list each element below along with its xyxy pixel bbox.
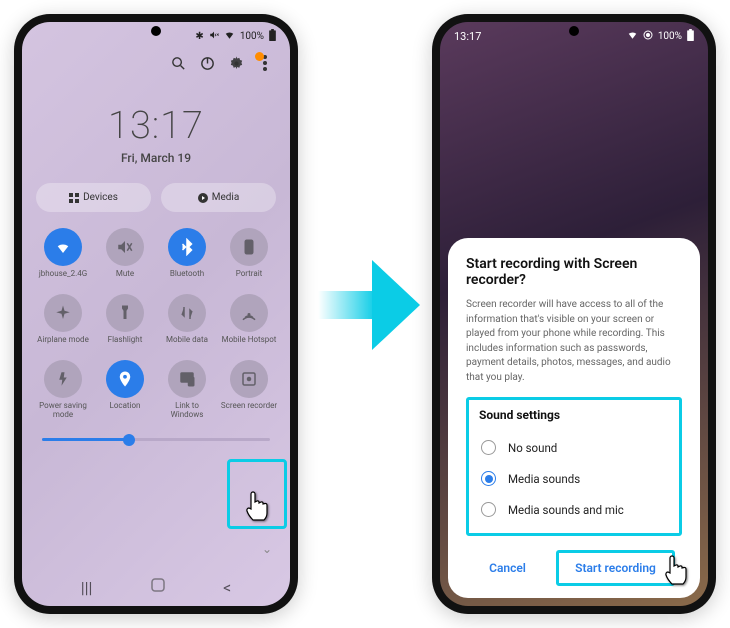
top-action-row [22, 46, 290, 80]
link-icon [168, 360, 206, 398]
devices-pill[interactable]: Devices [36, 183, 151, 212]
radio-icon [481, 440, 496, 455]
qs-label: Airplane mode [37, 336, 89, 354]
battery-pct: 100% [658, 31, 682, 42]
brightness-slider[interactable] [42, 438, 270, 441]
dialog-body: Screen recorder will have access to all … [466, 298, 682, 385]
qs-label: Link to Windows [158, 402, 216, 420]
sound-settings-title: Sound settings [479, 408, 669, 422]
qs-link[interactable]: Link to Windows [158, 360, 216, 420]
sound-settings-section: Sound settings No sound Media sounds Media… [466, 397, 682, 536]
recorder-dialog: Start recording with Screen recorder? Sc… [448, 238, 700, 598]
front-camera [569, 26, 579, 36]
qs-label: Mute [116, 270, 134, 288]
power-icon[interactable] [198, 54, 216, 72]
qs-hotspot[interactable]: Mobile Hotspot [220, 294, 278, 354]
clock-time: 13:17 [22, 104, 290, 148]
portrait-icon [230, 228, 268, 266]
nav-recents[interactable]: ||| [81, 578, 93, 597]
clock-date: Fri, March 19 [22, 151, 290, 165]
more-icon[interactable] [256, 54, 274, 72]
bluetooth-icon [168, 228, 206, 266]
radio-option[interactable]: Media sounds and mic [479, 494, 669, 525]
media-label: Media [212, 192, 240, 203]
wifi-icon [627, 30, 638, 43]
cursor-pointer-icon [662, 554, 692, 588]
quick-settings-grid: jbhouse_2.4G Mute Bluetooth Portrait Airplan… [22, 222, 290, 426]
screen-right: 13:17 100% Start recording with Screen r… [440, 22, 708, 606]
qs-label: Portrait [236, 270, 263, 288]
brightness-thumb[interactable] [123, 434, 135, 446]
qs-label: Screen recorder [221, 402, 277, 420]
dialog-title: Start recording with Screen recorder? [466, 256, 682, 288]
qs-airplane[interactable]: Airplane mode [34, 294, 92, 354]
battery-icon [269, 29, 276, 44]
nav-home[interactable] [150, 577, 166, 597]
wifi-icon [224, 30, 235, 43]
hotspot-icon [230, 294, 268, 332]
cursor-pointer-icon [243, 490, 273, 524]
pill-row: Devices Media [22, 165, 290, 222]
qs-flashlight[interactable]: Flashlight [96, 294, 154, 354]
qs-label: Power saving mode [34, 402, 92, 420]
radio-label: Media sounds and mic [508, 503, 624, 517]
front-camera [151, 26, 161, 36]
cancel-button[interactable]: Cancel [473, 553, 542, 583]
bluetooth-icon: ✱ [195, 31, 203, 42]
battery-pct: 100% [240, 31, 264, 42]
chevron-down-icon[interactable]: ⌄ [262, 542, 272, 556]
power-icon [44, 360, 82, 398]
record-icon [230, 360, 268, 398]
qs-power[interactable]: Power saving mode [34, 360, 92, 420]
dialog-actions: Cancel Start recording [466, 546, 682, 586]
battery-icon [687, 29, 694, 44]
radio-option[interactable]: No sound [479, 432, 669, 463]
brightness-fill [42, 438, 129, 441]
qs-bluetooth[interactable]: Bluetooth [158, 228, 216, 288]
wifi-icon [44, 228, 82, 266]
radio-label: No sound [508, 441, 557, 455]
radio-label: Media sounds [508, 472, 580, 486]
qs-label: Mobile Hotspot [222, 336, 277, 354]
notification-badge [255, 52, 264, 61]
nav-bar: ||| < [22, 568, 290, 606]
qs-mute[interactable]: Mute [96, 228, 154, 288]
phone-right: 13:17 100% Start recording with Screen r… [432, 14, 716, 614]
mobiledata-icon [168, 294, 206, 332]
gear-icon[interactable] [227, 54, 245, 72]
record-icon [643, 30, 653, 43]
search-icon[interactable] [169, 54, 187, 72]
airplane-icon [44, 294, 82, 332]
qs-label: Location [110, 402, 141, 420]
arrow-icon [318, 260, 420, 350]
radio-option[interactable]: Media sounds [479, 463, 669, 494]
qs-mobiledata[interactable]: Mobile data [158, 294, 216, 354]
qs-label: Bluetooth [170, 270, 204, 288]
location-icon [106, 360, 144, 398]
media-pill[interactable]: Media [161, 183, 276, 212]
qs-wifi[interactable]: jbhouse_2.4G [34, 228, 92, 288]
mute-icon [106, 228, 144, 266]
radio-icon [481, 502, 496, 517]
devices-label: Devices [83, 192, 118, 203]
qs-label: Flashlight [108, 336, 143, 354]
status-time: 13:17 [454, 30, 481, 43]
mute-icon [209, 30, 219, 43]
radio-icon [481, 471, 496, 486]
qs-label: Mobile data [166, 336, 208, 354]
nav-back[interactable]: < [223, 578, 231, 597]
flashlight-icon [106, 294, 144, 332]
qs-location[interactable]: Location [96, 360, 154, 420]
clock-block: 13:17 Fri, March 19 [22, 104, 290, 165]
start-recording-button[interactable]: Start recording [556, 550, 675, 586]
qs-record[interactable]: Screen recorder [220, 360, 278, 420]
qs-portrait[interactable]: Portrait [220, 228, 278, 288]
qs-label: jbhouse_2.4G [39, 270, 87, 288]
